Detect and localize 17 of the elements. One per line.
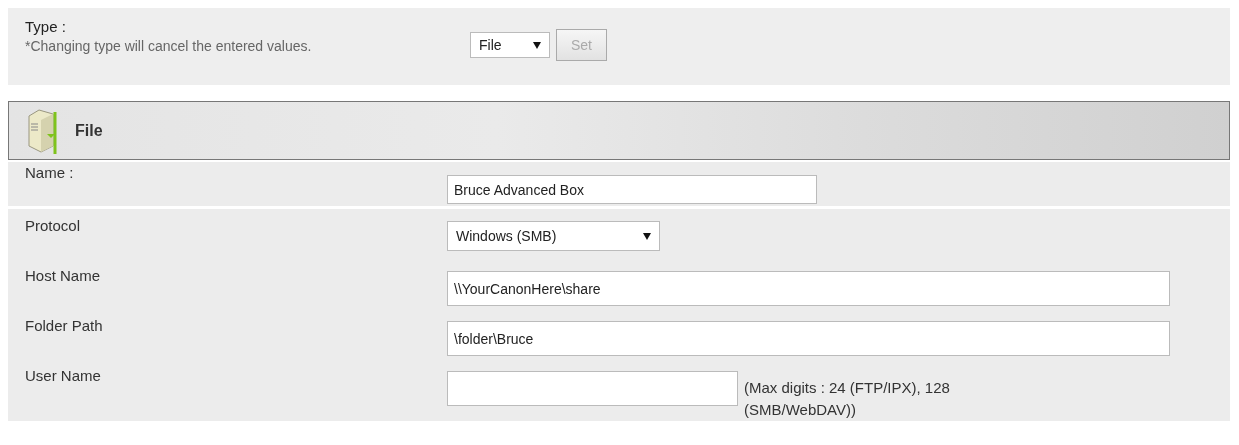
text-field[interactable]: \\YourCanonHere\share (447, 271, 1170, 306)
caret-icon (643, 232, 651, 240)
field-label: Name : (24, 163, 75, 181)
section-title: File (75, 121, 103, 140)
field-label: User Name (24, 366, 102, 384)
text-field[interactable] (447, 371, 738, 406)
caret-icon (533, 41, 541, 49)
type-select[interactable]: File (470, 32, 550, 58)
type-note: *Changing type will cancel the entered values. (25, 38, 313, 54)
text-field[interactable]: \folder\Bruce (447, 321, 1170, 356)
hint-text: (Max digits : 24 (FTP/IPX), 128 (SMB/WebDAV)) (744, 378, 951, 420)
type-label: Type : (25, 18, 67, 35)
text-field[interactable]: Bruce Advanced Box (447, 175, 817, 204)
field-label: Protocol (24, 216, 82, 234)
field-label: Folder Path (24, 316, 104, 334)
field-label: Host Name (24, 266, 102, 284)
protocol-select[interactable]: Windows (SMB) (447, 221, 660, 251)
